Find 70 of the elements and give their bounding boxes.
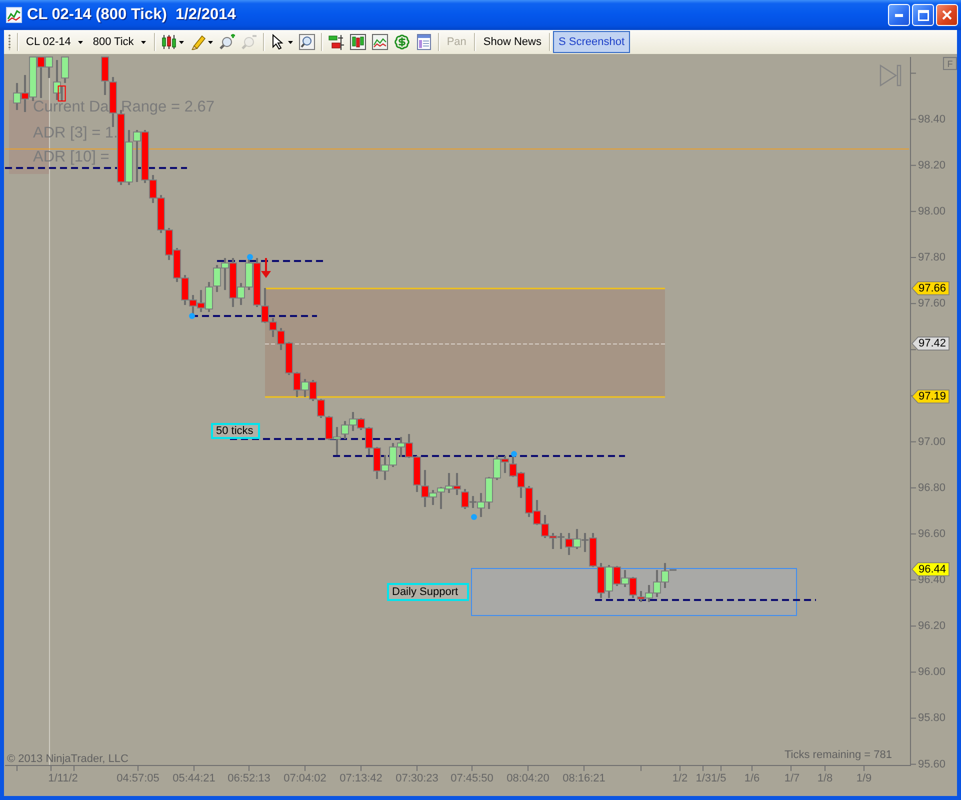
zoom-out-icon — [240, 34, 257, 50]
instrument-dropdown[interactable]: CL 02-14 — [21, 31, 88, 53]
time-axis-label: 1/6 — [744, 772, 760, 784]
close-icon — [942, 10, 952, 20]
price-axis-label: 97.00 — [918, 436, 946, 448]
maximize-button[interactable] — [912, 4, 934, 26]
caret-icon — [140, 40, 146, 44]
maximize-icon — [918, 10, 928, 20]
zoom-in-icon — [218, 34, 235, 50]
minimize-button[interactable] — [888, 4, 910, 26]
toolbar-text-button[interactable]: S Screenshot — [553, 31, 630, 53]
time-axis-label: 1/8 — [817, 772, 833, 784]
price-axis-label: 96.20 — [918, 620, 946, 632]
bars-icon — [328, 34, 344, 50]
price-marker: 96.44 — [911, 562, 950, 576]
time-axis-label: 1/7 — [784, 772, 800, 784]
price-axis-label: 97.80 — [918, 252, 946, 264]
price-marker: 97.19 — [911, 390, 950, 404]
dot-marker-icon — [471, 514, 477, 520]
pencil-icon — [190, 34, 206, 50]
cursor-icon — [270, 34, 286, 50]
time-axis-label: 06:52:13 — [228, 772, 270, 784]
chart-icon — [6, 7, 22, 23]
close-button[interactable] — [936, 4, 958, 26]
caret-icon — [288, 40, 293, 44]
down-arrow-icon — [261, 258, 271, 278]
copyright-text: © 2013 NinjaTrader, LLC — [7, 753, 128, 765]
time-axis-label: 07:13:42 — [340, 772, 382, 784]
toolbar-text-button[interactable]: Show News — [478, 31, 546, 53]
dot-marker-icon — [189, 313, 195, 319]
minimize-icon — [895, 14, 903, 16]
price-axis-label: 96.60 — [918, 528, 946, 540]
time-axis-label: 07:45:50 — [450, 772, 494, 784]
caret-icon — [208, 40, 213, 44]
caret-icon — [178, 40, 184, 44]
price-axis-label: 97.60 — [918, 298, 946, 310]
candles-icon — [160, 34, 177, 50]
candles-chart-icon — [350, 34, 366, 50]
magnifier-icon — [298, 34, 315, 50]
price-axis-label: 96.80 — [918, 482, 946, 494]
time-axis-label: 05:44:21 — [172, 772, 216, 784]
time-axis-label: 08:04:20 — [506, 772, 550, 784]
interval-dropdown[interactable]: 800 Tick — [88, 31, 151, 53]
price-axis-label: 96.00 — [918, 666, 946, 678]
price-marker: 97.42 — [911, 336, 950, 350]
price-marker: 97.66 — [911, 281, 950, 296]
time-axis-label: 04:57:05 — [116, 772, 160, 784]
annotation-label: Daily Support — [387, 583, 469, 601]
time-axis-label: 07:30:23 — [396, 772, 438, 784]
time-axis-label: 08:16:21 — [562, 772, 606, 784]
form-icon — [416, 34, 432, 50]
dollar-icon — [394, 34, 410, 50]
time-axis-label: 1/2 — [672, 772, 688, 784]
line-chart-icon — [372, 34, 388, 50]
price-axis-label: 98.00 — [918, 205, 946, 218]
price-axis-label: 95.80 — [918, 712, 946, 724]
caret-icon — [78, 40, 83, 44]
time-axis-label: 07:04:02 — [284, 772, 326, 784]
time-axis-label: 1/31/5 — [696, 772, 726, 784]
price-axis-label: 98.20 — [918, 159, 946, 172]
dot-marker-icon — [511, 451, 517, 457]
annotation-label: 50 ticks — [211, 423, 260, 439]
time-axis-label: 1/9 — [856, 772, 872, 784]
time-axis-label: 1/11/2 — [48, 772, 78, 784]
price-axis-label: 98.40 — [918, 113, 946, 126]
window-title: CL 02-14 (800 Tick) 1/2/2014 — [27, 6, 237, 24]
dot-marker-icon — [247, 254, 253, 260]
ticks-remaining-text: Ticks remaining = 781 — [784, 749, 892, 761]
price-axis-label: 95.60 — [918, 758, 946, 770]
grip-handle[interactable] — [8, 34, 11, 50]
